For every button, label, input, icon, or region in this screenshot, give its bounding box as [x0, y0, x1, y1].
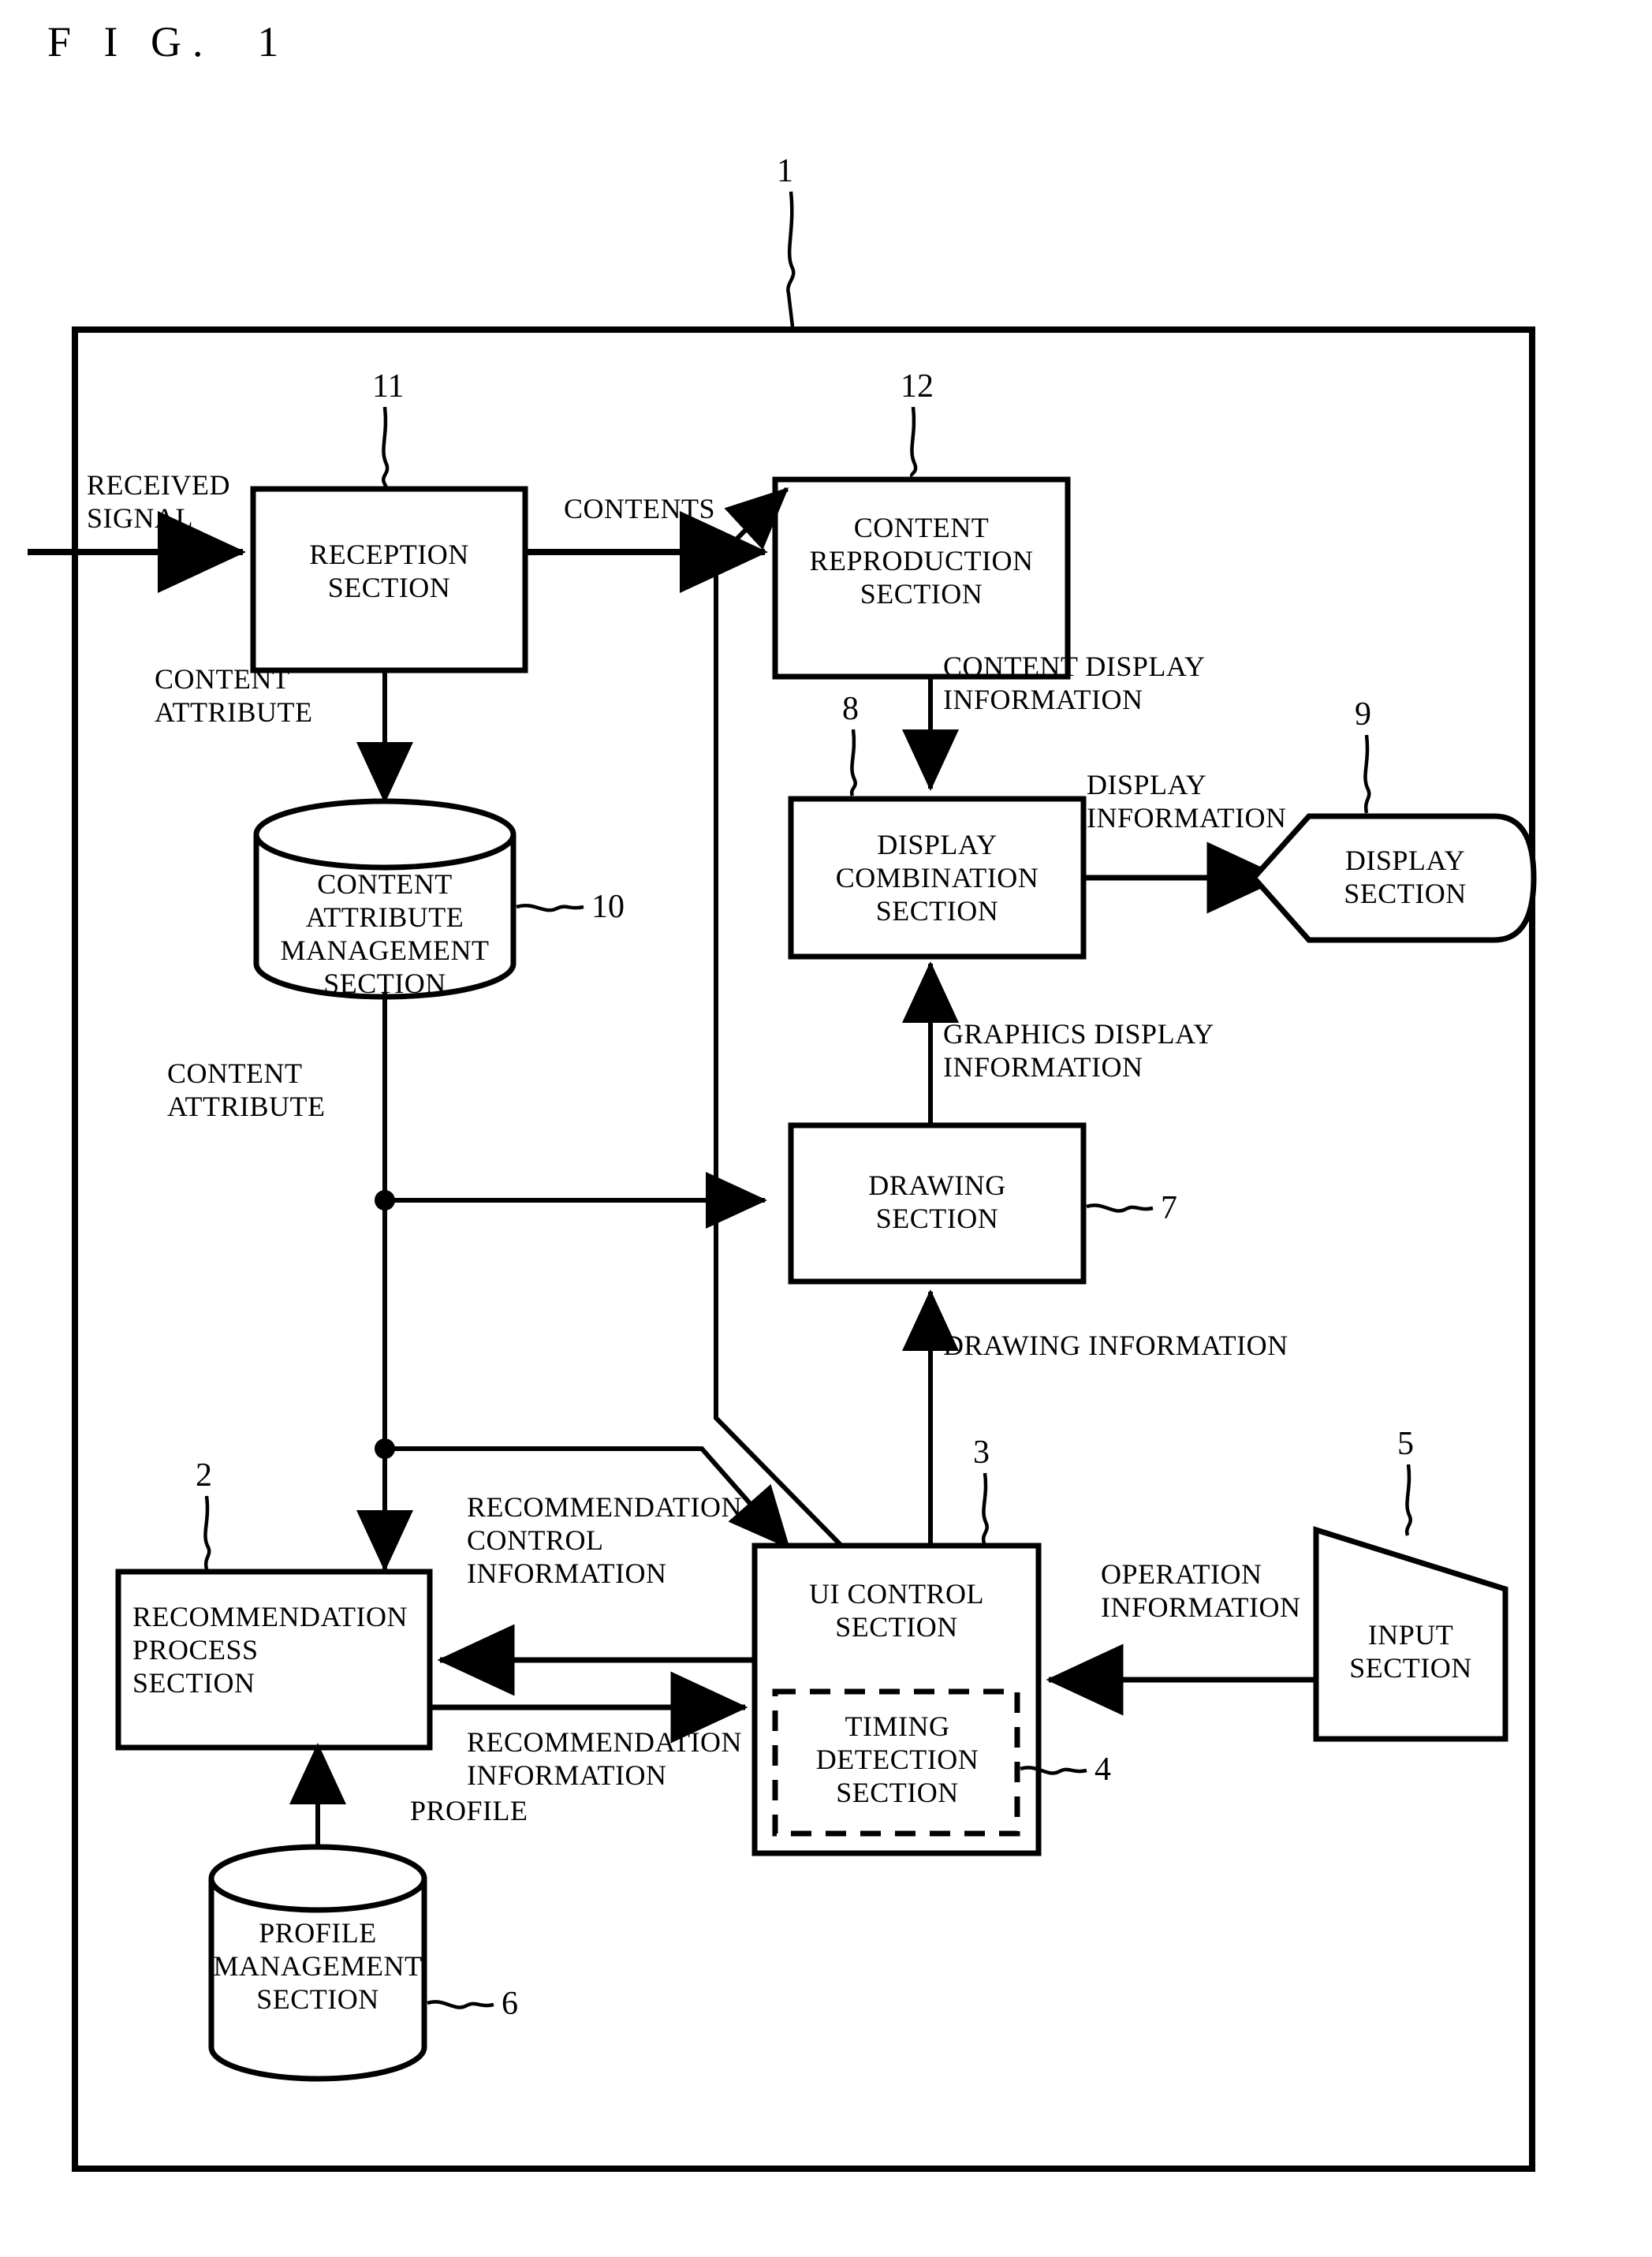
leader-line-3: [981, 1472, 989, 1544]
drawing-information-label: DRAWING INFORMATION: [943, 1330, 1288, 1361]
ref-numeral-3: 3: [973, 1434, 990, 1471]
leader-line-6: [427, 2000, 494, 2009]
recommendation-process-section-label: RECOMMENDATION PROCESS SECTION: [132, 1601, 408, 1699]
leader-line-8: [849, 729, 857, 796]
patent-figure-page: F I G. 1 1 11 12 10 8 9 7 2 3 4 5 6 RECE…: [0, 0, 1652, 2257]
content-display-information-label: CONTENT DISPLAY INFORMATION: [943, 651, 1206, 715]
ref-numeral-12: 12: [901, 368, 934, 405]
profile-label: PROFILE: [410, 1795, 528, 1826]
graphics-display-information-label: GRAPHICS DISPLAY INFORMATION: [943, 1018, 1214, 1083]
drawing-section-label: DRAWING SECTION: [868, 1170, 1006, 1234]
operation-information-label: OPERATION INFORMATION: [1101, 1558, 1301, 1623]
ref-numeral-4: 4: [1094, 1752, 1111, 1788]
content-attribute-label-mid: CONTENT ATTRIBUTE: [167, 1058, 326, 1122]
content-attribute-label-top: CONTENT ATTRIBUTE: [155, 663, 313, 728]
profile-management-section-label: PROFILE MANAGEMENT SECTION: [213, 1917, 423, 2015]
leader-line-5: [1404, 1464, 1412, 1536]
recommendation-control-information-label: RECOMMENDATION CONTROL INFORMATION: [467, 1491, 742, 1589]
received-signal-label: RECEIVED SIGNAL: [87, 469, 230, 534]
input-section-label: INPUT SECTION: [1349, 1619, 1472, 1684]
display-combination-section-label: DISPLAY COMBINATION SECTION: [835, 829, 1039, 927]
display-information-label: DISPLAY INFORMATION: [1087, 769, 1287, 834]
display-section-label: DISPLAY SECTION: [1344, 845, 1467, 909]
ref-numeral-6: 6: [502, 1986, 518, 2022]
leader-line-10: [516, 904, 584, 912]
timing-detection-section-label: TIMING DETECTION SECTION: [815, 1710, 979, 1808]
leader-line-9: [1363, 734, 1371, 814]
ref-numeral-2: 2: [196, 1457, 212, 1494]
ref-numeral-5: 5: [1397, 1426, 1414, 1462]
ref-numeral-9: 9: [1355, 696, 1371, 733]
ref-numeral-8: 8: [842, 691, 859, 727]
leader-line-11: [381, 406, 390, 489]
contents-label: CONTENTS: [564, 493, 715, 524]
ref-numeral-1: 1: [777, 153, 793, 189]
ref-numeral-10: 10: [591, 889, 625, 925]
leader-line-1: [786, 191, 796, 327]
recommendation-information-label: RECOMMENDATION INFORMATION: [467, 1726, 742, 1791]
reception-section-label: RECEPTION SECTION: [309, 539, 469, 603]
leader-line-2: [203, 1495, 211, 1570]
ref-numeral-11: 11: [372, 368, 405, 405]
ref-numeral-7: 7: [1161, 1190, 1177, 1226]
ui-control-section-label: UI CONTROL SECTION: [809, 1578, 984, 1643]
content-attribute-management-section-label: CONTENT ATTRIBUTE MANAGEMENT SECTION: [280, 868, 490, 999]
leader-line-7: [1086, 1203, 1154, 1213]
leader-line-12: [909, 406, 918, 478]
content-reproduction-section-label: CONTENT REPRODUCTION SECTION: [809, 512, 1034, 610]
